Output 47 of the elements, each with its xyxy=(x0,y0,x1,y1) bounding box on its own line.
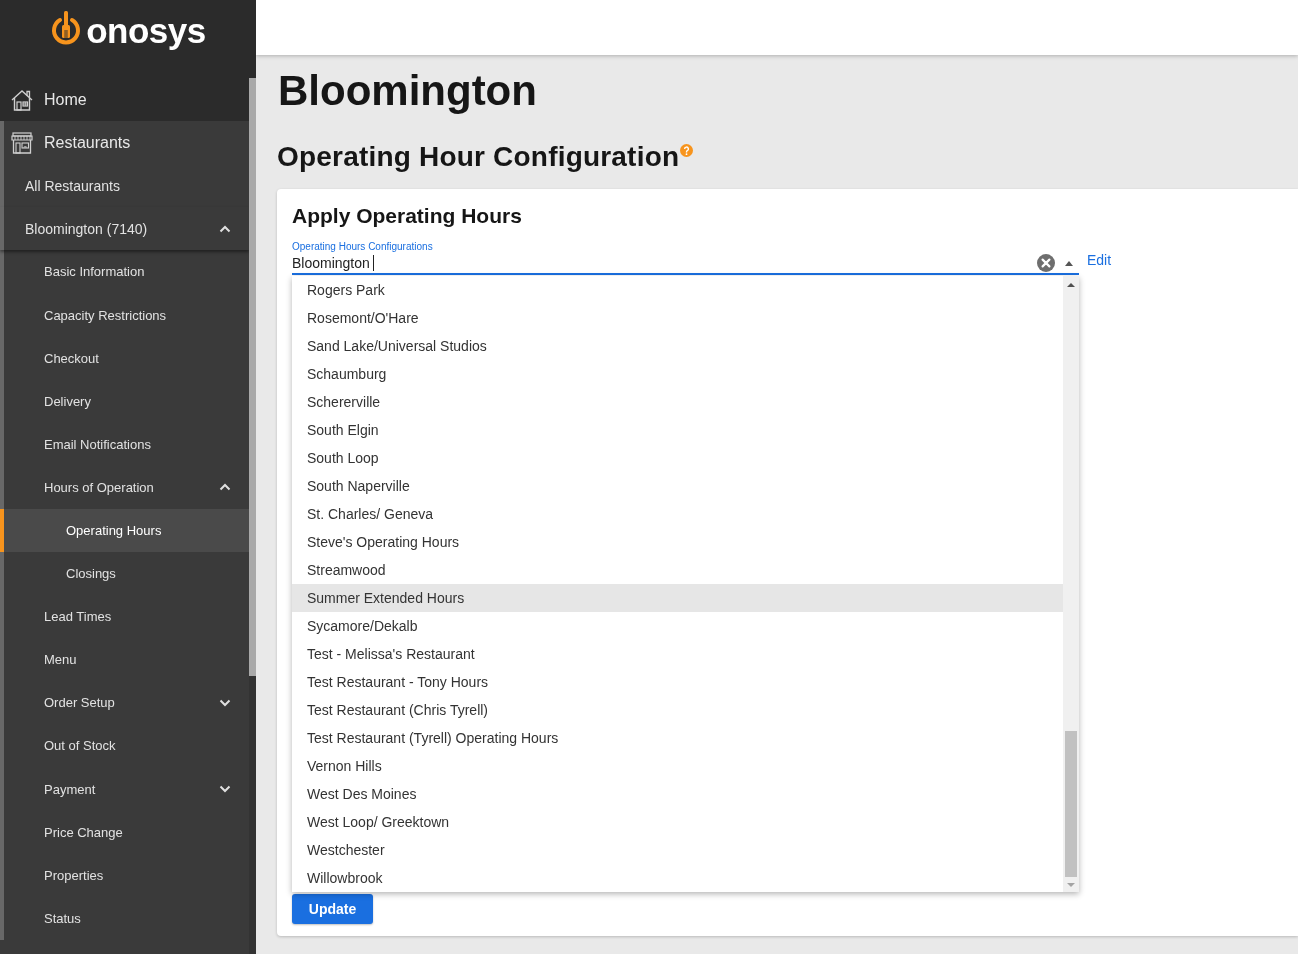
scrollbar-thumb[interactable] xyxy=(249,78,256,676)
scrollbar-thumb[interactable] xyxy=(1065,731,1077,877)
dropdown-option[interactable]: South Elgin xyxy=(292,416,1063,444)
dropdown-option[interactable]: West Loop/ Greektown xyxy=(292,808,1063,836)
chevron-up-icon[interactable] xyxy=(219,483,231,492)
dropdown-option[interactable]: Schererville xyxy=(292,388,1063,416)
dropdown-option[interactable]: Test Restaurant - Tony Hours xyxy=(292,668,1063,696)
dropdown-option[interactable]: Test Restaurant (Chris Tyrell) xyxy=(292,696,1063,724)
dropdown-option[interactable]: Westchester xyxy=(292,836,1063,864)
dropdown-option[interactable]: Test - Melissa's Restaurant xyxy=(292,640,1063,668)
sidebar-item[interactable]: Home xyxy=(0,78,249,122)
dropdown-option[interactable]: Sand Lake/Universal Studios xyxy=(292,332,1063,360)
dropdown-option[interactable]: Rogers Park xyxy=(292,276,1063,304)
dropdown-option[interactable]: South Naperville xyxy=(292,472,1063,500)
dropdown-option[interactable]: Rosemont/O'Hare xyxy=(292,304,1063,332)
dropdown-option[interactable]: South Loop xyxy=(292,444,1063,472)
chevron-up-icon[interactable] xyxy=(219,224,231,233)
dropdown-option[interactable]: Steve's Operating Hours xyxy=(292,528,1063,556)
edit-link[interactable]: Edit xyxy=(1087,251,1112,269)
dropdown-option[interactable]: Schaumburg xyxy=(292,360,1063,388)
scrollbar[interactable] xyxy=(1063,276,1079,892)
caret-up-icon[interactable] xyxy=(1065,260,1073,266)
dropdown-option[interactable]: Streamwood xyxy=(292,556,1063,584)
scrollbar[interactable] xyxy=(249,78,256,954)
card-title: Apply Operating Hours xyxy=(292,203,522,229)
clear-icon[interactable] xyxy=(1037,254,1055,272)
field-label: Operating Hours Configurations xyxy=(292,241,433,253)
sidebar-item[interactable]: Operating Hours xyxy=(0,508,249,553)
page-title: Bloomington xyxy=(277,66,537,116)
dropdown-option[interactable]: Willowbrook xyxy=(292,864,1063,892)
dropdown-option[interactable]: Summer Extended Hours xyxy=(292,584,1063,612)
chevron-down-icon[interactable] xyxy=(219,785,231,794)
page-subtitle: Operating Hour Configuration xyxy=(277,140,680,174)
dropdown-option[interactable]: St. Charles/ Geneva xyxy=(292,500,1063,528)
logo-text: onosys xyxy=(86,11,206,51)
dropdown-option[interactable]: Vernon Hills xyxy=(292,752,1063,780)
sidebar-item[interactable]: Bloomington (7140) xyxy=(0,207,249,251)
storefront-icon xyxy=(10,130,34,155)
house-icon xyxy=(10,87,34,112)
chevron-down-icon[interactable] xyxy=(219,698,231,707)
dropdown-option[interactable]: Test Restaurant (Tyrell) Operating Hours xyxy=(292,724,1063,752)
dropdown-option[interactable]: Sycamore/Dekalb xyxy=(292,612,1063,640)
dropdown-option[interactable]: West Des Moines xyxy=(292,780,1063,808)
update-button[interactable]: Update xyxy=(292,894,373,924)
triangle-up-icon[interactable] xyxy=(1067,283,1075,287)
text-cursor-icon xyxy=(372,255,374,271)
field-value: Bloomington xyxy=(292,254,370,273)
